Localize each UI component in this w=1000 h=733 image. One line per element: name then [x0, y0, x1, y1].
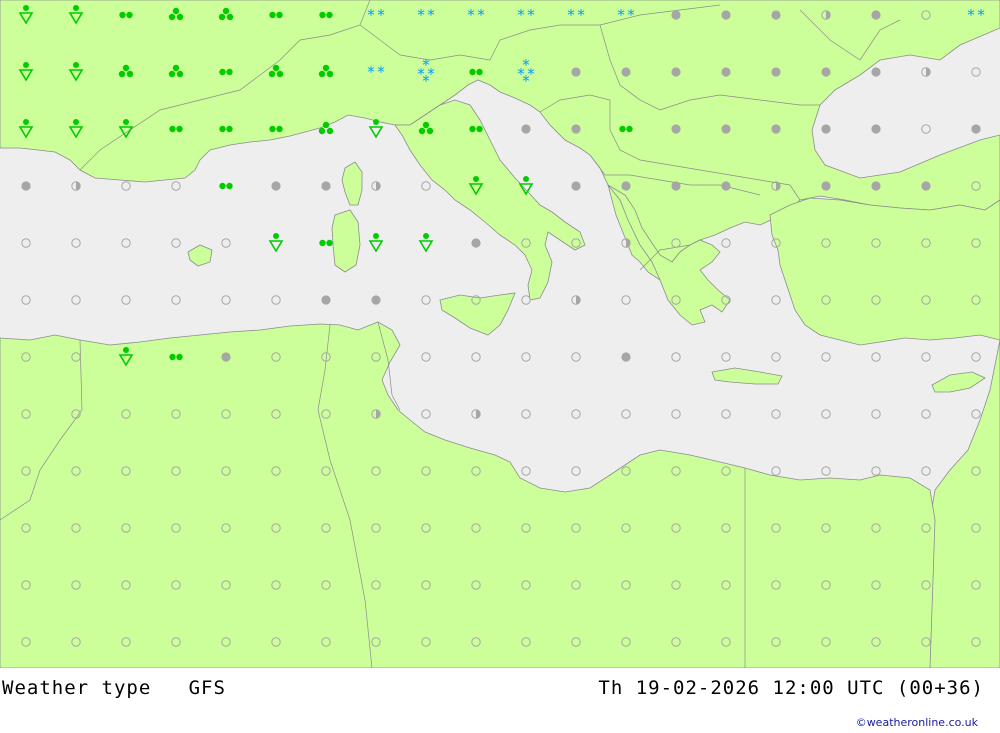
- land-sardinia: [331, 209, 361, 273]
- svg-text:*: *: [617, 6, 625, 24]
- cloudy-icon: [621, 352, 631, 362]
- svg-text:*: *: [517, 6, 525, 24]
- svg-text:*: *: [477, 6, 485, 24]
- cloudy-icon: [671, 181, 681, 191]
- forecast-timestamp: Th 19-02-2026 12:00 UTC (00+36): [598, 677, 984, 699]
- cloudy-icon: [621, 181, 631, 191]
- svg-text:*: *: [577, 6, 585, 24]
- cloudy-icon: [921, 181, 931, 191]
- cloudy-icon: [21, 181, 31, 191]
- cloudy-icon: [821, 181, 831, 191]
- svg-text:*: *: [417, 6, 425, 24]
- svg-text:*: *: [967, 6, 975, 24]
- cloudy-icon: [721, 67, 731, 77]
- cloudy-icon: [671, 124, 681, 134]
- cloudy-icon: [871, 10, 881, 20]
- map-title: Weather type GFS: [2, 677, 226, 699]
- cloudy-icon: [871, 181, 881, 191]
- land-anatolia: [769, 197, 1000, 346]
- cloudy-icon: [871, 124, 881, 134]
- svg-text:*: *: [567, 6, 575, 24]
- cloudy-icon: [221, 352, 231, 362]
- cloudy-icon: [671, 67, 681, 77]
- cloudy-icon: [371, 295, 381, 305]
- cloudy-icon: [721, 181, 731, 191]
- svg-text:*: *: [427, 6, 435, 24]
- cloudy-icon: [771, 10, 781, 20]
- cloudy-icon: [671, 10, 681, 20]
- cloudy-icon: [821, 67, 831, 77]
- cloudy-icon: [821, 124, 831, 134]
- svg-text:*: *: [422, 72, 430, 90]
- cloudy-icon: [971, 124, 981, 134]
- cloudy-icon: [771, 124, 781, 134]
- cloudy-icon: [771, 67, 781, 77]
- weather-map: * * * * * * * * * * * * * ** * ** **** **: [0, 0, 1000, 668]
- svg-text:*: *: [377, 63, 385, 81]
- cloudy-icon: [571, 181, 581, 191]
- cloudy-icon: [471, 238, 481, 248]
- cloudy-icon: [521, 124, 531, 134]
- svg-text:*: *: [377, 6, 385, 24]
- site-credit[interactable]: ©weatheronline.co.uk: [856, 716, 978, 729]
- svg-text:*: *: [367, 6, 375, 24]
- svg-text:*: *: [977, 6, 985, 24]
- cloudy-icon: [621, 67, 631, 77]
- cloudy-icon: [721, 10, 731, 20]
- cloudy-icon: [571, 67, 581, 77]
- svg-text:*: *: [367, 63, 375, 81]
- cloudy-icon: [571, 124, 581, 134]
- svg-text:*: *: [467, 6, 475, 24]
- cloudy-icon: [321, 181, 331, 191]
- svg-text:*: *: [527, 6, 535, 24]
- cloudy-icon: [871, 67, 881, 77]
- cloudy-icon: [721, 124, 731, 134]
- cloudy-icon: [321, 295, 331, 305]
- svg-text:*: *: [522, 72, 530, 90]
- svg-text:*: *: [627, 6, 635, 24]
- cloudy-icon: [271, 181, 281, 191]
